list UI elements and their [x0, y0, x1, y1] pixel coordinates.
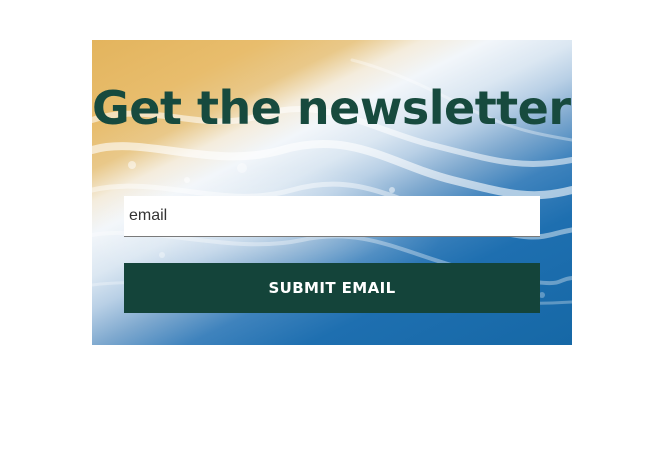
- newsletter-headline: Get the newsletter!: [92, 81, 572, 135]
- submit-email-button[interactable]: SUBMIT EMAIL: [124, 263, 540, 313]
- newsletter-card: Get the newsletter! SUBMIT EMAIL: [92, 40, 572, 345]
- email-input[interactable]: [124, 196, 540, 237]
